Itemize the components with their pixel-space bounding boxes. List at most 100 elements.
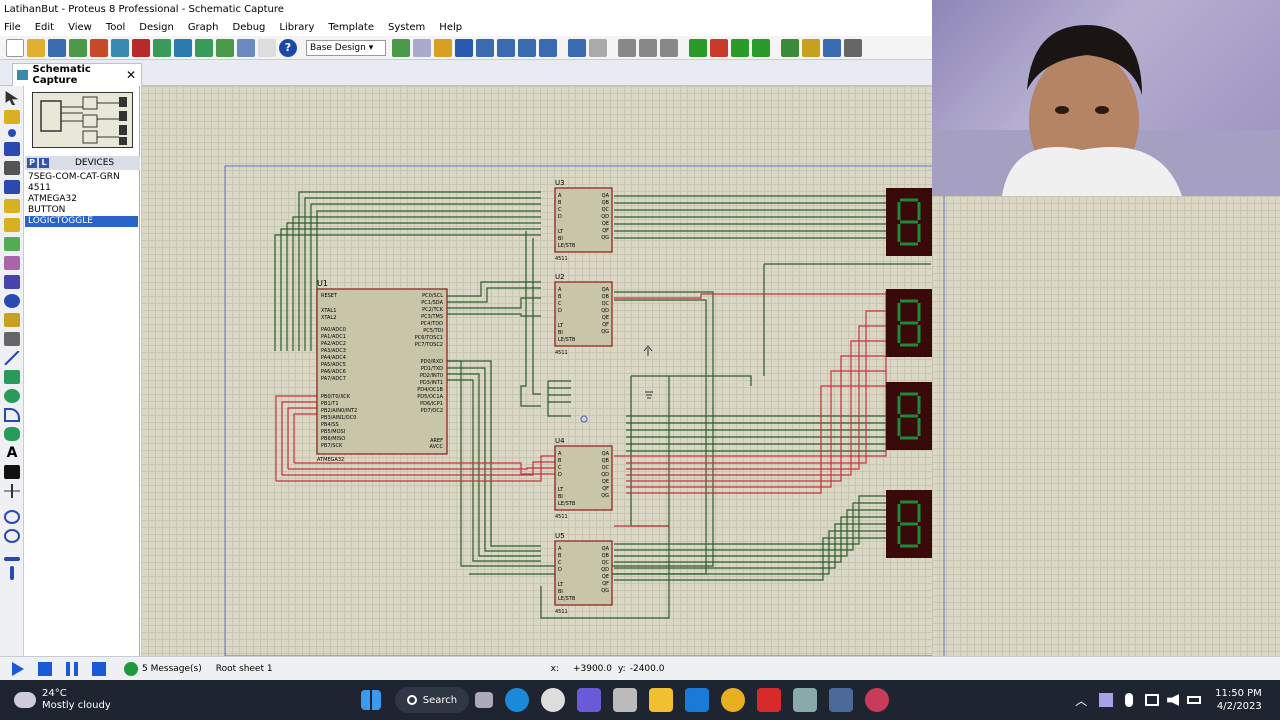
marker-icon[interactable] — [4, 484, 20, 498]
overview-preview[interactable] — [32, 92, 133, 148]
save-icon[interactable] — [48, 38, 66, 57]
device-item[interactable]: LOGICTOGGLE — [25, 216, 138, 227]
make-device-icon[interactable] — [802, 38, 820, 57]
menu-template[interactable]: Template — [328, 22, 374, 33]
schematic-canvas-extension[interactable] — [932, 196, 1280, 656]
schematic-canvas[interactable]: U1 ATMEGA32 RESET XTAL1 XTAL2 PA0/ADC0 PA1/A… — [141, 86, 932, 656]
select-mode-icon[interactable] — [5, 91, 19, 105]
rotate-ccw-icon[interactable] — [4, 529, 20, 543]
zoom-all-icon[interactable] — [518, 38, 536, 57]
mirror-y-icon[interactable] — [10, 566, 14, 580]
zoom-in-icon[interactable] — [476, 38, 494, 57]
decoder-u4[interactable]: U44511ABCDLTBILE/STBQAQBQCQDQEQFQG — [554, 437, 613, 520]
pcb-icon[interactable] — [132, 38, 150, 57]
unity-icon[interactable] — [613, 688, 638, 712]
battery-icon[interactable] — [1187, 696, 1202, 704]
device-item[interactable]: ATMEGA32 — [25, 194, 138, 205]
chatgpt-icon[interactable] — [541, 688, 566, 712]
origin-icon[interactable] — [434, 38, 452, 57]
bom-icon[interactable] — [195, 38, 213, 57]
decoder-u2[interactable]: U24511ABCDLTBILE/STBQAQBQCQDQEQFQG — [554, 273, 613, 356]
device-item[interactable]: 7SEG-COM-CAT-GRN — [25, 172, 138, 183]
undo-icon[interactable] — [568, 38, 586, 57]
cost-icon[interactable] — [216, 38, 234, 57]
network-icon[interactable] — [1145, 694, 1160, 706]
paste-icon[interactable] — [660, 38, 678, 57]
close-tab-icon[interactable]: ✕ — [126, 68, 136, 82]
menu-library[interactable]: Library — [279, 22, 314, 33]
pick-devices-button[interactable]: P — [27, 158, 37, 168]
rotate-cw-icon[interactable] — [4, 510, 20, 524]
mic-icon[interactable] — [1125, 693, 1134, 707]
search-box[interactable]: Search — [394, 687, 470, 713]
circle-icon[interactable] — [4, 389, 20, 403]
wire-label-icon[interactable] — [4, 142, 20, 156]
menu-edit[interactable]: Edit — [35, 22, 54, 33]
menu-tool[interactable]: Tool — [106, 22, 125, 33]
seven-segment-display[interactable] — [886, 289, 932, 357]
weather-widget[interactable]: 24°C Mostly cloudy — [42, 688, 111, 712]
pen-tray-icon[interactable] — [1099, 693, 1114, 707]
seven-segment-display[interactable] — [886, 382, 932, 450]
symbol-icon[interactable] — [4, 465, 20, 479]
messages-count[interactable]: 5 Message(s) — [142, 664, 202, 674]
generator-icon[interactable] — [4, 294, 20, 308]
home-icon[interactable] — [90, 38, 108, 57]
task-view-icon[interactable] — [475, 692, 494, 708]
tape-icon[interactable] — [4, 275, 20, 289]
open-file-icon[interactable] — [27, 38, 45, 57]
file-explorer-icon[interactable] — [649, 688, 674, 712]
subcircuit-icon[interactable] — [4, 199, 20, 213]
device-item[interactable]: 4511 — [25, 183, 138, 194]
pick-device-icon[interactable] — [781, 38, 799, 57]
step-button[interactable] — [38, 661, 52, 676]
notes-icon[interactable] — [258, 38, 276, 57]
copy-icon[interactable] — [639, 38, 657, 57]
3d-view-icon[interactable] — [174, 38, 192, 57]
vscode-icon[interactable] — [685, 688, 710, 712]
decoder-u3[interactable]: U34511ABCDLTBILE/STBQAQBQCQDQEQFQG — [554, 179, 613, 262]
weather-icon[interactable] — [14, 692, 36, 708]
box-icon[interactable] — [4, 370, 20, 384]
line-icon[interactable] — [4, 351, 20, 365]
clock[interactable]: 11:50 PM 4/2/2023 — [1215, 687, 1262, 713]
instrument-icon[interactable] — [4, 332, 20, 346]
new-file-icon[interactable] — [6, 38, 24, 57]
decoder-u5[interactable]: U54511ABCDLTBILE/STBQAQBQCQDQEQFQG — [554, 532, 613, 615]
refresh-icon[interactable] — [392, 38, 410, 57]
gerber-icon[interactable] — [153, 38, 171, 57]
pan-icon[interactable] — [455, 38, 473, 57]
menu-design[interactable]: Design — [139, 22, 174, 33]
acrobat-icon[interactable] — [757, 688, 782, 712]
block-delete-icon[interactable] — [752, 38, 770, 57]
menu-help[interactable]: Help — [439, 22, 462, 33]
tab-schematic-capture[interactable]: Schematic Capture ✕ — [12, 63, 142, 86]
block-move-icon[interactable] — [710, 38, 728, 57]
start-icon[interactable] — [360, 690, 381, 710]
menu-graph[interactable]: Graph — [188, 22, 219, 33]
graph-icon[interactable] — [4, 256, 20, 270]
junction-mode-icon[interactable] — [8, 129, 16, 137]
stop-button[interactable] — [92, 661, 106, 676]
redo-icon[interactable] — [589, 38, 607, 57]
terminal-icon[interactable] — [4, 218, 20, 232]
code-icon[interactable] — [237, 38, 255, 57]
mirror-x-icon[interactable] — [4, 557, 20, 561]
pen-app-icon[interactable] — [577, 688, 602, 712]
pause-button[interactable] — [66, 661, 78, 676]
recorder-icon[interactable] — [865, 688, 890, 712]
library-manager-button[interactable]: L — [39, 158, 49, 168]
menu-view[interactable]: View — [68, 22, 92, 33]
zoom-out-icon[interactable] — [497, 38, 515, 57]
decompose-icon[interactable] — [844, 38, 862, 57]
help-icon[interactable]: ? — [279, 38, 297, 57]
monitor-app-icon[interactable] — [793, 688, 818, 712]
play-button[interactable] — [12, 661, 24, 676]
package-icon[interactable] — [823, 38, 841, 57]
proteus-icon[interactable] — [829, 688, 854, 712]
grid-icon[interactable] — [413, 38, 431, 57]
device-item[interactable]: BUTTON — [25, 205, 138, 216]
cut-icon[interactable] — [618, 38, 636, 57]
chrome-icon[interactable] — [721, 688, 746, 712]
import-icon[interactable] — [69, 38, 87, 57]
